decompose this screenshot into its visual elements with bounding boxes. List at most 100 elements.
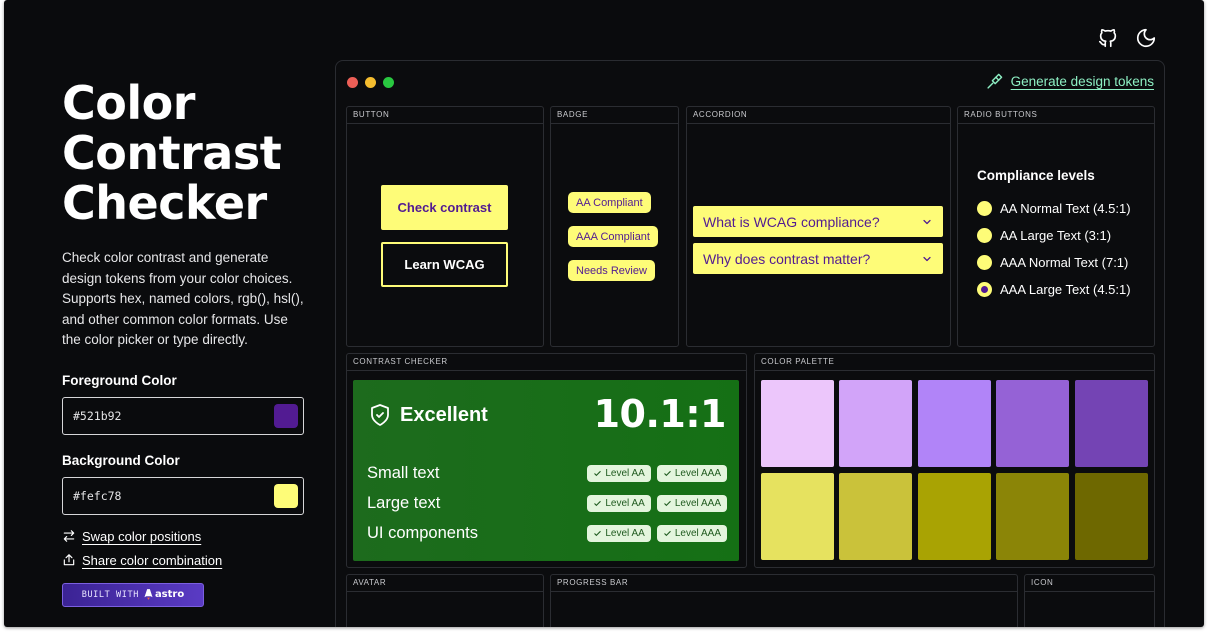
row-label: Small text: [367, 464, 440, 482]
row-label: UI components: [367, 524, 478, 542]
color-palette-panel: COLOR PALETTE: [754, 353, 1155, 568]
rating-label: Excellent: [400, 403, 488, 426]
panel-title: RADIO BUTTONS: [958, 107, 1154, 124]
panel-title: AVATAR: [347, 575, 543, 592]
palette-swatch[interactable]: [996, 473, 1069, 560]
generate-tokens-label[interactable]: Generate design tokens: [1011, 74, 1154, 89]
astro-icon: [144, 589, 153, 600]
check-icon: [594, 500, 602, 507]
swap-label[interactable]: Swap color positions: [82, 529, 201, 544]
title-line: Color: [62, 76, 195, 130]
radio-option[interactable]: AAA Normal Text (7:1): [977, 255, 1128, 270]
compliance-row: Large text Level AA Level AAA: [367, 494, 727, 513]
action-links: Swap color positions Share color combina…: [62, 529, 312, 568]
panel-title: BADGE: [551, 107, 678, 124]
accordion-label: What is WCAG compliance?: [703, 213, 880, 230]
swap-icon: [63, 530, 75, 542]
swap-colors-link[interactable]: Swap color positions: [62, 529, 312, 544]
astro-logo: astro: [144, 589, 184, 600]
palette-swatch[interactable]: [839, 473, 912, 560]
background-label: Background Color: [62, 452, 180, 468]
background-value[interactable]: #fefc78: [73, 489, 121, 503]
maximize-dot[interactable]: [383, 77, 394, 88]
progress-bar-panel: PROGRESS BAR: [550, 574, 1018, 627]
check-contrast-button[interactable]: Check contrast: [381, 185, 508, 230]
share-label[interactable]: Share color combination: [82, 553, 222, 568]
page-title: Color Contrast Checker: [62, 78, 312, 228]
foreground-label: Foreground Color: [62, 372, 177, 388]
contrast-result: Excellent 10.1:1 Small text Level AA Lev…: [353, 380, 739, 561]
title-line: Checker: [62, 176, 267, 230]
check-icon: [663, 500, 671, 507]
palette-swatch[interactable]: [1075, 380, 1148, 467]
close-dot[interactable]: [347, 77, 358, 88]
icon-panel: ICON: [1024, 574, 1155, 627]
palette-swatch[interactable]: [1075, 473, 1148, 560]
background-swatch[interactable]: [274, 483, 298, 508]
panel-title: PROGRESS BAR: [551, 575, 1017, 592]
foreground-swatch[interactable]: [274, 403, 298, 428]
radio-circle[interactable]: [977, 255, 992, 270]
check-icon: [663, 470, 671, 477]
chip-label: Level AA: [605, 468, 645, 479]
title-line: Contrast: [62, 126, 282, 180]
accordion-panel: ACCORDION What is WCAG compliance? Why d…: [686, 106, 951, 347]
panel-title: ICON: [1025, 575, 1154, 592]
github-icon[interactable]: [1096, 26, 1120, 50]
accordion-item[interactable]: What is WCAG compliance?: [693, 206, 943, 237]
palette-swatch[interactable]: [839, 380, 912, 467]
chevron-down-icon: [923, 256, 931, 261]
radio-option[interactable]: AA Normal Text (4.5:1): [977, 201, 1131, 216]
moon-icon[interactable]: [1134, 26, 1158, 50]
rating: Excellent: [368, 402, 488, 428]
share-link[interactable]: Share color combination: [62, 553, 312, 568]
button-panel: BUTTON Check contrast Learn WCAG: [346, 106, 544, 347]
radio-circle[interactable]: [977, 201, 992, 216]
panel-title: BUTTON: [347, 107, 543, 124]
palette-swatch[interactable]: [918, 380, 991, 467]
badge-aaa: AAA Compliant: [568, 226, 658, 247]
chip-label: Level AA: [605, 528, 645, 539]
contrast-checker-panel: CONTRAST CHECKER Excellent 10.1:1 Small …: [346, 353, 747, 568]
minimize-dot[interactable]: [365, 77, 376, 88]
palette-swatch[interactable]: [761, 473, 834, 560]
radio-label: AA Large Text (3:1): [1000, 228, 1112, 243]
accordion-item[interactable]: Why does contrast matter?: [693, 243, 943, 274]
radio-option[interactable]: AA Large Text (3:1): [977, 228, 1111, 243]
chip-label: Level AAA: [674, 498, 721, 509]
badge-review: Needs Review: [568, 260, 655, 281]
level-chip: Level AA: [587, 525, 651, 542]
shield-check-icon: [371, 404, 389, 426]
chevron-down-icon: [923, 219, 931, 224]
radio-circle[interactable]: [977, 228, 992, 243]
preview-window: Generate design tokens BUTTON Check cont…: [335, 60, 1165, 627]
chip-label: Level AAA: [674, 528, 721, 539]
palette-swatch[interactable]: [996, 380, 1069, 467]
background-field[interactable]: #fefc78: [62, 476, 304, 515]
paintbrush-icon: [987, 73, 1002, 89]
radio-heading: Compliance levels: [977, 168, 1095, 183]
radio-option[interactable]: AAA Large Text (4.5:1): [977, 282, 1131, 297]
built-with-text: BUILT WITH: [81, 589, 139, 600]
contrast-ratio: 10.1:1: [593, 392, 727, 436]
astro-text: astro: [154, 589, 185, 600]
accordion-label: Why does contrast matter?: [703, 250, 871, 267]
row-label: Large text: [367, 494, 441, 512]
compliance-row: Small text Level AA Level AAA: [367, 464, 727, 483]
foreground-value[interactable]: #521b92: [73, 409, 121, 423]
palette-swatch[interactable]: [918, 473, 991, 560]
radio-circle-selected[interactable]: [977, 282, 992, 297]
built-with-astro-badge[interactable]: BUILT WITH astro: [62, 582, 204, 607]
foreground-field[interactable]: #521b92: [62, 396, 304, 435]
top-icons: [1096, 26, 1158, 50]
window-controls: [347, 77, 394, 88]
chip-label: Level AA: [605, 498, 645, 509]
learn-wcag-button[interactable]: Learn WCAG: [381, 242, 508, 287]
generate-tokens-link[interactable]: Generate design tokens: [986, 73, 1154, 90]
compliance-row: UI components Level AA Level AAA: [367, 524, 727, 543]
check-icon: [663, 530, 671, 537]
palette-swatch[interactable]: [761, 380, 834, 467]
check-icon: [594, 470, 602, 477]
level-chip: Level AA: [587, 495, 651, 512]
level-chip: Level AAA: [656, 465, 727, 482]
